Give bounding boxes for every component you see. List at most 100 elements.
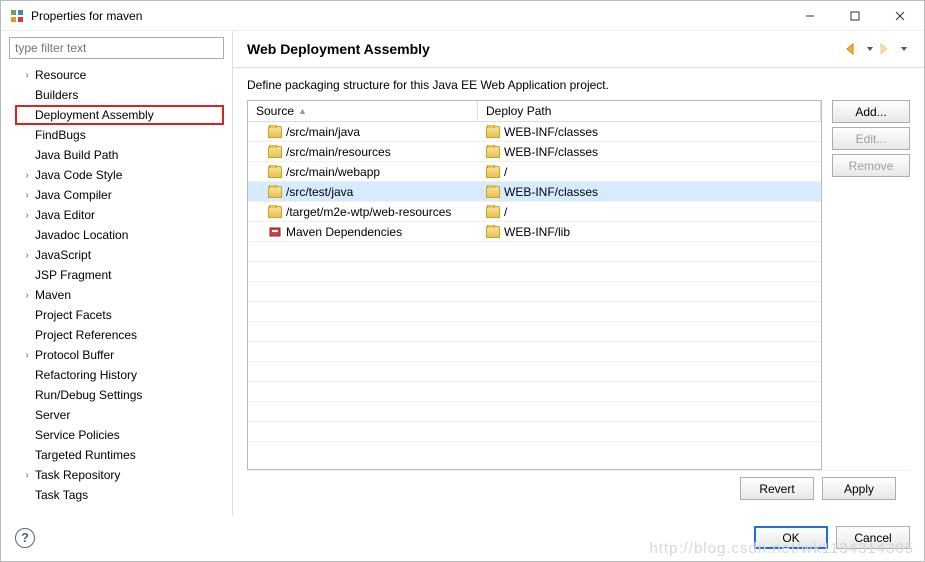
table-header: Source▲ Deploy Path (248, 101, 821, 122)
category-tree[interactable]: ›Resource Builders Deployment Assembly Find… (1, 65, 232, 516)
tree-item-label: Project References (35, 328, 137, 342)
tree-item[interactable]: Java Build Path (15, 145, 224, 165)
tree-item[interactable]: Server (15, 405, 224, 425)
tree-item[interactable]: Service Policies (15, 425, 224, 445)
tree-item-label: Targeted Runtimes (35, 448, 136, 462)
ok-button[interactable]: OK (754, 526, 828, 549)
chevron-right-icon[interactable]: › (21, 70, 33, 81)
chevron-right-icon[interactable]: › (21, 170, 33, 181)
table-row-empty (248, 342, 821, 362)
maven-icon (268, 226, 282, 238)
tree-item-label: FindBugs (35, 128, 86, 142)
table-row-empty (248, 362, 821, 382)
col-deploy[interactable]: Deploy Path (478, 101, 821, 121)
tree-item-label: Maven (35, 288, 71, 302)
folder-icon (486, 206, 500, 218)
tree-item[interactable]: ›Resource (15, 65, 224, 85)
forward-icon[interactable] (878, 43, 896, 55)
tree-item[interactable]: FindBugs (15, 125, 224, 145)
table-row-empty (248, 322, 821, 342)
filter-box (9, 37, 224, 59)
deploy-cell: WEB-INF/classes (504, 185, 598, 199)
tree-item[interactable]: ›Maven (15, 285, 224, 305)
table-row-empty (248, 422, 821, 442)
tree-item[interactable]: ›Java Compiler (15, 185, 224, 205)
table-body[interactable]: /src/main/javaWEB-INF/classes/src/main/r… (248, 122, 821, 469)
table-row[interactable]: /src/main/resourcesWEB-INF/classes (248, 142, 821, 162)
table-row-empty (248, 282, 821, 302)
back-menu-icon[interactable] (864, 43, 876, 55)
chevron-right-icon[interactable]: › (21, 470, 33, 481)
tree-item-label: Builders (35, 88, 78, 102)
folder-icon (268, 166, 282, 178)
help-icon[interactable]: ? (15, 528, 35, 548)
source-cell: /src/test/java (286, 185, 353, 199)
side-buttons: Add... Edit... Remove (832, 100, 910, 470)
maximize-button[interactable] (832, 2, 877, 30)
tree-item[interactable]: Refactoring History (15, 365, 224, 385)
tree-item-label: Task Tags (35, 488, 88, 502)
table-row[interactable]: /src/test/java WEB-INF/classes (248, 182, 821, 202)
table-row[interactable]: Maven Dependencies WEB-INF/lib (248, 222, 821, 242)
tree-item[interactable]: ›Java Code Style (15, 165, 224, 185)
minimize-button[interactable] (787, 2, 832, 30)
chevron-right-icon[interactable]: › (21, 350, 33, 361)
close-button[interactable] (877, 2, 922, 30)
tree-item-label: Java Editor (35, 208, 95, 222)
tree-item-label: Server (35, 408, 70, 422)
tree-item-label: Task Repository (35, 468, 120, 482)
forward-menu-icon[interactable] (898, 43, 910, 55)
tree-item-label: Java Compiler (35, 188, 112, 202)
titlebar: Properties for maven (1, 1, 924, 31)
chevron-right-icon[interactable]: › (21, 290, 33, 301)
tree-item[interactable]: Run/Debug Settings (15, 385, 224, 405)
table-row-empty (248, 262, 821, 282)
tree-item[interactable]: JSP Fragment (15, 265, 224, 285)
col-source[interactable]: Source▲ (248, 101, 478, 121)
tree-item-label: Service Policies (35, 428, 120, 442)
tree-item[interactable]: ›Protocol Buffer (15, 345, 224, 365)
tree-item[interactable]: ›Java Editor (15, 205, 224, 225)
folder-icon (268, 206, 282, 218)
add-button[interactable]: Add... (832, 100, 910, 123)
tree-item-label: Refactoring History (35, 368, 137, 382)
tree-item[interactable]: Javadoc Location (15, 225, 224, 245)
main-panel: Web Deployment Assembly Define packaging… (233, 31, 924, 516)
apply-button[interactable]: Apply (822, 477, 896, 500)
filter-input[interactable] (9, 37, 224, 59)
source-cell: /src/main/resources (286, 145, 391, 159)
tree-item[interactable]: Task Tags (15, 485, 224, 505)
deploy-cell: WEB-INF/lib (504, 225, 570, 239)
folder-icon (486, 186, 500, 198)
revert-button[interactable]: Revert (740, 477, 814, 500)
tree-item[interactable]: Targeted Runtimes (15, 445, 224, 465)
table-row[interactable]: /src/main/javaWEB-INF/classes (248, 122, 821, 142)
tree-item-label: Deployment Assembly (35, 108, 154, 122)
chevron-right-icon[interactable]: › (21, 250, 33, 261)
nav-icons (844, 43, 910, 55)
source-cell: /src/main/java (286, 125, 360, 139)
page-header: Web Deployment Assembly (233, 31, 924, 68)
folder-icon (486, 126, 500, 138)
tree-item-label: Project Facets (35, 308, 112, 322)
cancel-button[interactable]: Cancel (836, 526, 910, 549)
tree-item[interactable]: ›Task Repository (15, 465, 224, 485)
properties-dialog: Properties for maven ›Resource Builders De… (0, 0, 925, 562)
dialog-footer: ? OK Cancel (1, 516, 924, 561)
chevron-right-icon[interactable]: › (21, 190, 33, 201)
source-cell: Maven Dependencies (286, 225, 402, 239)
chevron-right-icon[interactable]: › (21, 210, 33, 221)
remove-button[interactable]: Remove (832, 154, 910, 177)
source-cell: /src/main/webapp (286, 165, 380, 179)
tree-item[interactable]: Project References (15, 325, 224, 345)
folder-icon (268, 146, 282, 158)
tree-item[interactable]: Builders (15, 85, 224, 105)
back-icon[interactable] (844, 43, 862, 55)
table-row-empty (248, 242, 821, 262)
tree-item[interactable]: Deployment Assembly (15, 105, 224, 125)
table-row[interactable]: /target/m2e-wtp/web-resources/ (248, 202, 821, 222)
tree-item[interactable]: ›JavaScript (15, 245, 224, 265)
edit-button[interactable]: Edit... (832, 127, 910, 150)
tree-item[interactable]: Project Facets (15, 305, 224, 325)
table-row[interactable]: /src/main/webapp/ (248, 162, 821, 182)
